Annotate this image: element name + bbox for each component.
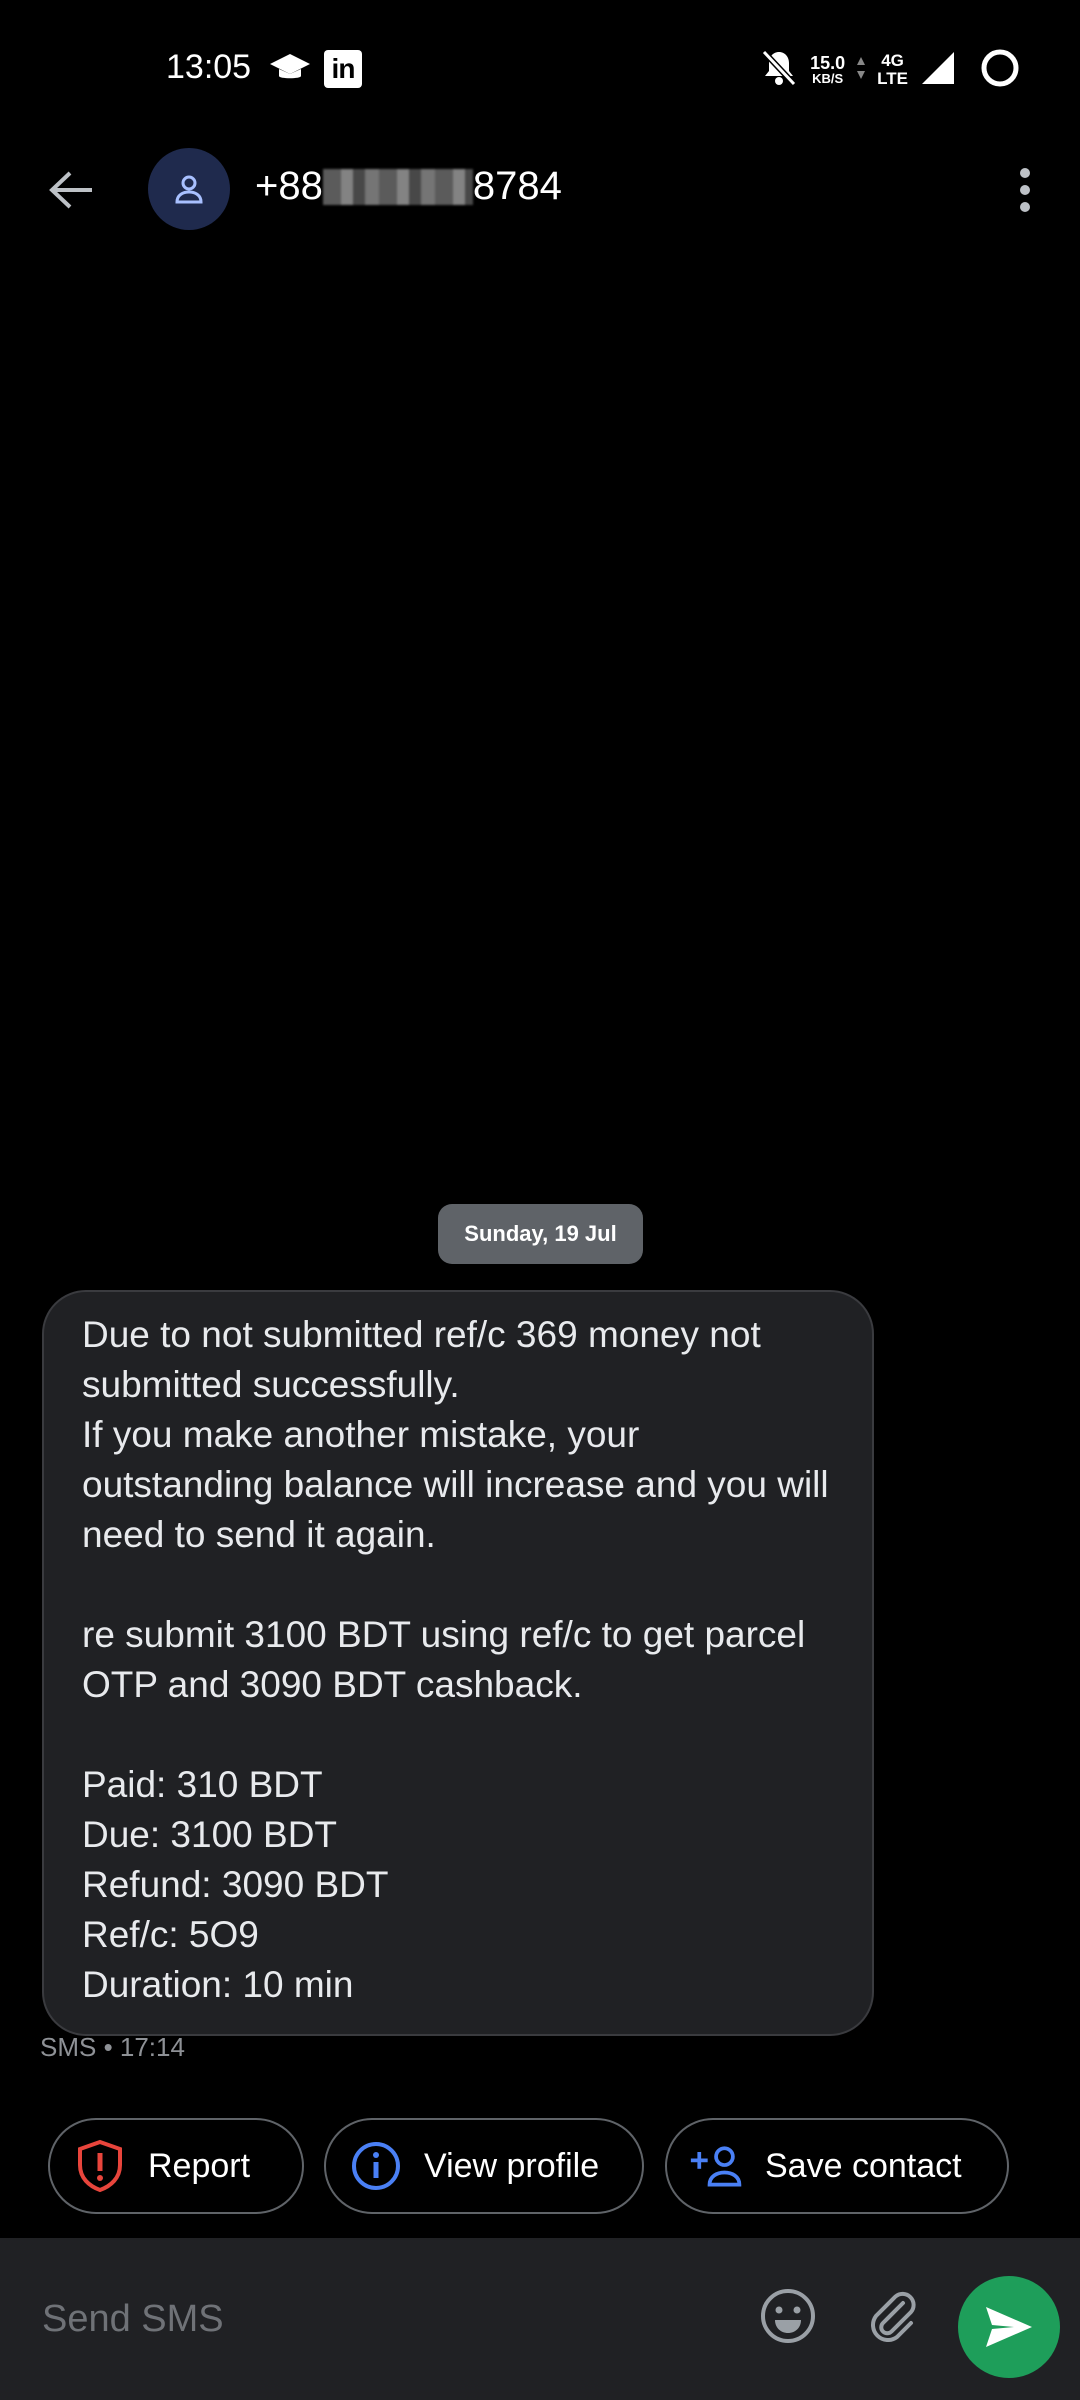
bell-off-icon [760, 48, 798, 93]
network-type-bottom: LTE [877, 69, 908, 88]
person-add-icon [689, 2138, 745, 2194]
data-arrows-icon [857, 53, 866, 88]
status-bar: 13:05 in 15.0 KB/S 4G LTE [0, 0, 1080, 140]
status-time: 13:05 [166, 48, 252, 86]
number-prefix: +88 [255, 164, 323, 208]
linkedin-icon: in [324, 50, 362, 88]
save-contact-label: Save contact [765, 2146, 962, 2185]
network-type: 4G LTE [877, 52, 908, 88]
info-icon [348, 2138, 404, 2194]
report-label: Report [148, 2146, 251, 2185]
message-meta: SMS • 17:14 [40, 2032, 185, 2062]
emoji-button[interactable] [758, 2286, 818, 2346]
emoji-icon [761, 2289, 815, 2343]
shield-alert-icon [72, 2138, 128, 2194]
suggestion-chips: Report View profile Save contact [48, 2118, 1048, 2218]
view-profile-label: View profile [424, 2146, 600, 2185]
graduation-cap-icon [270, 52, 310, 84]
send-button[interactable] [958, 2276, 1060, 2378]
arrow-left-icon [49, 171, 92, 209]
save-contact-button[interactable]: Save contact [665, 2118, 1009, 2214]
contact-number[interactable]: +88 8784 [255, 164, 562, 209]
signal-icon [920, 50, 954, 91]
message-composer [0, 2238, 1080, 2400]
more-vert-icon [1020, 168, 1030, 212]
back-button[interactable] [40, 162, 104, 218]
conversation-header: +88 8784 [0, 140, 1080, 240]
message-bubble[interactable]: Due to not submitted ref/c 369 money not… [42, 1290, 874, 2036]
network-type-top: 4G [881, 51, 904, 70]
attach-button[interactable] [862, 2286, 922, 2346]
battery-ring-icon [980, 48, 1020, 93]
status-indicators: 15.0 KB/S 4G LTE [760, 48, 1020, 92]
net-speed: 15.0 KB/S [810, 54, 845, 86]
number-suffix: 8784 [472, 164, 562, 208]
redacted-digits [322, 168, 473, 205]
net-speed-value: 15.0 [810, 53, 846, 73]
report-button[interactable]: Report [48, 2118, 304, 2214]
send-icon [986, 2307, 1032, 2347]
view-profile-button[interactable]: View profile [324, 2118, 644, 2214]
avatar[interactable] [148, 148, 230, 230]
more-options-button[interactable] [1000, 160, 1050, 220]
date-divider: Sunday, 19 Jul [438, 1204, 643, 1264]
person-icon [175, 175, 203, 204]
paperclip-icon [871, 2291, 916, 2342]
send-sms-input[interactable] [40, 2278, 694, 2360]
net-speed-unit: KB/S [812, 71, 844, 86]
